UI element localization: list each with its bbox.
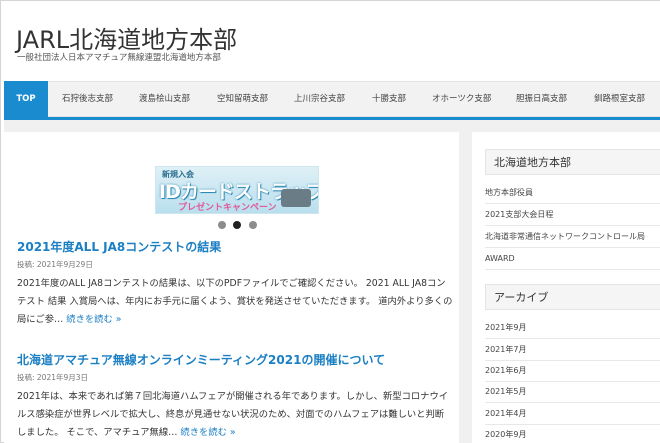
nav-item-sorachi-rumoi[interactable]: 空知留萌支部 bbox=[217, 82, 268, 117]
sidebar-link[interactable]: 2021支部大会日程 bbox=[485, 204, 660, 226]
nav-item-ishikari-shiribeshi[interactable]: 石狩後志支部 bbox=[62, 82, 113, 117]
archive-link[interactable]: 2021年9月 bbox=[485, 317, 660, 339]
nav-item-kushiro-nemuro[interactable]: 釧路根室支部 bbox=[594, 82, 645, 117]
nav-item-kamikawa-soya[interactable]: 上川宗谷支部 bbox=[294, 82, 345, 117]
archive-link[interactable]: 2021年7月 bbox=[485, 339, 660, 361]
slider-dot-2[interactable] bbox=[233, 221, 241, 229]
widget-title-archive: アーカイブ bbox=[485, 284, 660, 310]
nav-item-top[interactable]: TOP bbox=[4, 81, 48, 117]
nav-item-tokachi[interactable]: 十勝支部 bbox=[372, 82, 406, 117]
post-date: 投稿: 2021年9月29日 bbox=[17, 260, 93, 269]
archive-link[interactable]: 2021年5月 bbox=[485, 381, 660, 403]
post-excerpt: 2021年度のALL JA8コンテストの結果は、以下のPDFファイルでご確認くだ… bbox=[17, 275, 453, 329]
sidebar-link[interactable]: 地方本部役員 bbox=[485, 182, 660, 204]
banner-sub-text: プレゼントキャンペーン bbox=[178, 203, 277, 213]
slider-dot-1[interactable] bbox=[218, 221, 226, 229]
nav-item-oshima-hiyama[interactable]: 渡島桧山支部 bbox=[139, 82, 190, 117]
nav-item-iburi-hidaka[interactable]: 胆振日高支部 bbox=[516, 82, 567, 117]
slider-banner[interactable]: 新規入会 IDカードストラップ プレゼントキャンペーン bbox=[155, 166, 319, 214]
post-title[interactable]: 北海道アマチュア無線オンラインミーティング2021の開催について bbox=[17, 351, 385, 368]
archive-link[interactable]: 2021年4月 bbox=[485, 403, 660, 425]
main-nav: TOP 石狩後志支部 渡島桧山支部 空知留萌支部 上川宗谷支部 十勝支部 オホー… bbox=[4, 81, 660, 117]
sidebar-link[interactable]: 北海道非常通信ネットワークコントロール局 bbox=[485, 226, 660, 248]
site-tagline: 一般社団法人日本アマチュア無線連盟北海道地方本部 bbox=[17, 53, 221, 63]
slider-dot-3[interactable] bbox=[249, 221, 257, 229]
post-date: 投稿: 2021年9月3日 bbox=[17, 373, 89, 382]
read-more-link[interactable]: 続きを読む » bbox=[180, 427, 235, 438]
widget-title-hq: 北海道地方本部 bbox=[485, 149, 660, 175]
read-more-link[interactable]: 続きを読む » bbox=[66, 314, 121, 325]
archive-link[interactable]: 2020年9月 bbox=[485, 424, 660, 443]
archive-link[interactable]: 2021年6月 bbox=[485, 360, 660, 382]
post-title[interactable]: 2021年度ALL JA8コンテストの結果 bbox=[17, 238, 221, 255]
sidebar-link[interactable]: AWARD bbox=[485, 248, 660, 270]
site-title[interactable]: JARL北海道地方本部 bbox=[16, 20, 237, 55]
id-card-image bbox=[281, 189, 311, 207]
nav-item-okhotsk[interactable]: オホーツク支部 bbox=[432, 82, 491, 117]
post-excerpt: 2021年は、本来であれば第７回北海道ハムフェアが開催される年であります。しかし… bbox=[17, 388, 453, 442]
